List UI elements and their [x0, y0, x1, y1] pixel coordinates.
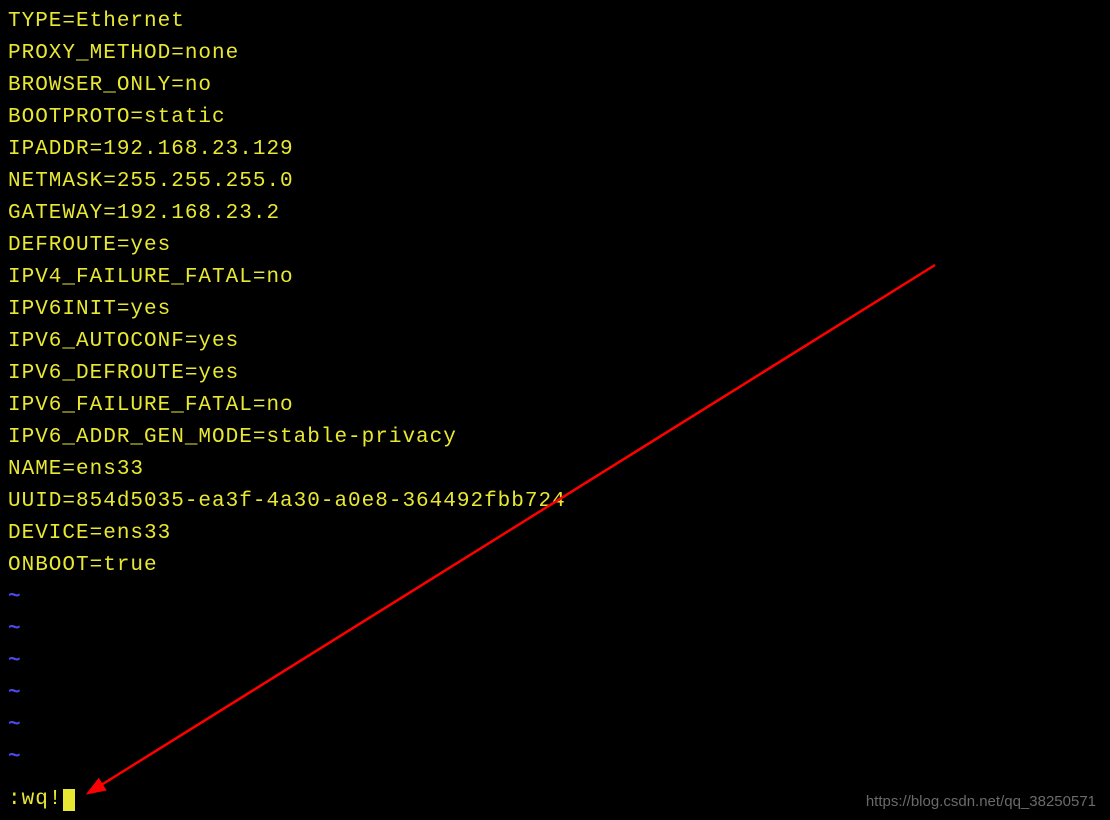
config-line: GATEWAY=192.168.23.2 — [8, 198, 1102, 230]
config-line: BROWSER_ONLY=no — [8, 70, 1102, 102]
config-content: TYPE=Ethernet PROXY_METHOD=none BROWSER_… — [8, 6, 1102, 582]
command-text: :wq! — [8, 786, 62, 814]
vi-command-line[interactable]: :wq! — [8, 786, 75, 814]
tilde-marker: ~ — [8, 582, 1102, 614]
config-line: PROXY_METHOD=none — [8, 38, 1102, 70]
config-line: IPV6INIT=yes — [8, 294, 1102, 326]
config-line: UUID=854d5035-ea3f-4a30-a0e8-364492fbb72… — [8, 486, 1102, 518]
empty-lines: ~ ~ ~ ~ ~ ~ — [8, 582, 1102, 774]
cursor — [63, 789, 75, 811]
config-line: TYPE=Ethernet — [8, 6, 1102, 38]
config-line: NAME=ens33 — [8, 454, 1102, 486]
config-line: IPADDR=192.168.23.129 — [8, 134, 1102, 166]
config-line: IPV6_AUTOCONF=yes — [8, 326, 1102, 358]
tilde-marker: ~ — [8, 742, 1102, 774]
watermark-text: https://blog.csdn.net/qq_38250571 — [866, 793, 1096, 810]
config-line: DEFROUTE=yes — [8, 230, 1102, 262]
config-line: IPV6_DEFROUTE=yes — [8, 358, 1102, 390]
config-line: IPV6_FAILURE_FATAL=no — [8, 390, 1102, 422]
config-line: NETMASK=255.255.255.0 — [8, 166, 1102, 198]
vi-editor-terminal[interactable]: TYPE=Ethernet PROXY_METHOD=none BROWSER_… — [0, 0, 1110, 820]
config-line: IPV6_ADDR_GEN_MODE=stable-privacy — [8, 422, 1102, 454]
tilde-marker: ~ — [8, 710, 1102, 742]
config-line: DEVICE=ens33 — [8, 518, 1102, 550]
config-line: IPV4_FAILURE_FATAL=no — [8, 262, 1102, 294]
config-line: ONBOOT=true — [8, 550, 1102, 582]
tilde-marker: ~ — [8, 678, 1102, 710]
tilde-marker: ~ — [8, 614, 1102, 646]
tilde-marker: ~ — [8, 646, 1102, 678]
config-line: BOOTPROTO=static — [8, 102, 1102, 134]
